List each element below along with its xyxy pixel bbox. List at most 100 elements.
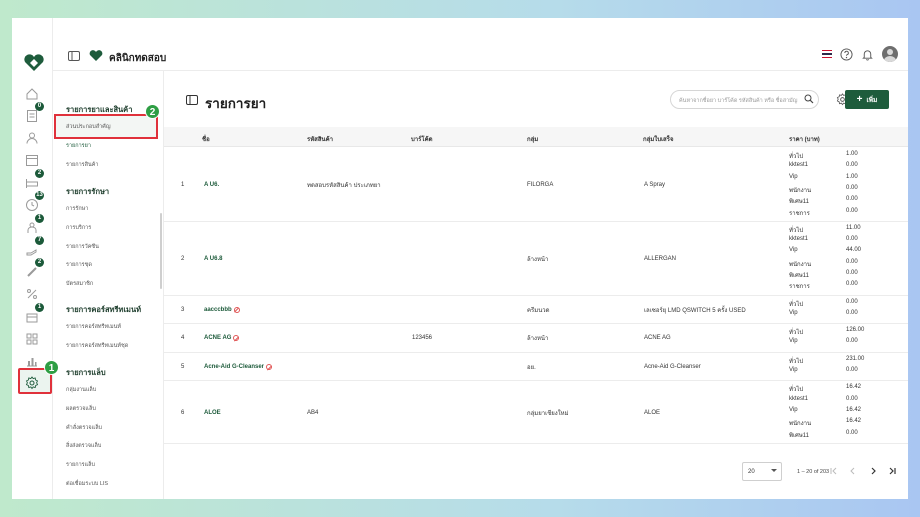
- price-tier-label: Vip: [789, 406, 798, 413]
- price-tier-label: พนักงาน: [789, 261, 812, 268]
- notification-badge: 1: [35, 214, 44, 223]
- prev-page-icon[interactable]: [848, 466, 858, 476]
- drug-name-link[interactable]: A U6.: [204, 182, 219, 188]
- step-2-marker: 2: [145, 104, 160, 119]
- price-tier-label: ทั่วไป: [789, 330, 804, 337]
- price-value: 0.00: [846, 281, 858, 288]
- next-page-icon[interactable]: [868, 466, 878, 476]
- logo-icon[interactable]: [23, 54, 45, 72]
- price-value: 0.00: [846, 309, 858, 316]
- subnav-item-vaccine[interactable]: รายการวัคซีน: [66, 243, 99, 251]
- grid-icon[interactable]: [24, 331, 40, 347]
- group: กลุ่มยาเชียงใหม่: [527, 410, 569, 417]
- table-row[interactable]: 2 A U6.8 ล้างหน้า ALLERGAN ทั่วไป 11.00 kktest…: [164, 222, 908, 296]
- add-drug-button[interactable]: + เพิ่ม: [845, 90, 889, 109]
- subnav-item-lis[interactable]: ต่อเชื่อมระบบ LIS: [66, 480, 108, 488]
- subnav-item-membership[interactable]: บัตรสมาชิก: [66, 280, 93, 288]
- subnav-item-course-bundle[interactable]: รายการคอร์สทรีทเมนท์ชุด: [66, 342, 128, 350]
- subnav-item-lab-result[interactable]: ผลตรวจแล็บ: [66, 405, 96, 413]
- box-icon[interactable]: 1: [24, 303, 44, 325]
- group: ครีมนวด: [527, 307, 550, 314]
- table-row[interactable]: 5 Acne-Aid G-Cleanser อย. Acne-Aid G-Cleans…: [164, 353, 908, 382]
- receipt-group: เลเซอร์ยุ LMD QSWITCH 5 ครั้ง USED: [644, 307, 746, 314]
- ban-icon: [233, 306, 240, 313]
- subnav-item-treatment[interactable]: การรักษา: [66, 205, 88, 213]
- main-content: รายการยา ค้นหาจากชื่อยา บาร์โค้ด รหัสสิน…: [164, 71, 908, 499]
- drug-name-link[interactable]: A U6.8: [204, 256, 222, 262]
- last-page-icon[interactable]: [887, 466, 897, 476]
- hand-icon[interactable]: 7: [24, 236, 44, 258]
- syringe-icon[interactable]: 2: [24, 258, 44, 280]
- subnav-item-lab-specimen[interactable]: สิ่งส่งตรวจแล็บ: [66, 442, 101, 450]
- sidebar-toggle-icon[interactable]: [68, 51, 80, 61]
- bar-chart-icon[interactable]: [24, 353, 40, 369]
- drug-name-link[interactable]: ACNE AG: [204, 335, 240, 342]
- drug-name: ALOE: [204, 409, 221, 416]
- thai-flag-icon[interactable]: [822, 50, 832, 58]
- first-page-icon[interactable]: [829, 466, 839, 476]
- subnav-item-service[interactable]: การบริการ: [66, 224, 91, 232]
- receipt-group: A Spray: [644, 181, 666, 188]
- chevron-down-icon: [771, 469, 777, 472]
- subnav-item-product-list[interactable]: รายการสินค้า: [66, 161, 99, 169]
- subnav-item-lab-order[interactable]: คำสั่งตรวจแล็บ: [66, 424, 102, 432]
- col-header-name[interactable]: ชื่อ: [202, 134, 210, 144]
- col-header-code[interactable]: รหัสสินค้า: [307, 134, 333, 144]
- drug-name: A U6.: [204, 181, 220, 188]
- col-header-price[interactable]: ราคา (บาท): [789, 134, 820, 144]
- add-button-label: เพิ่ม: [866, 96, 878, 104]
- price-tier-label: Vip: [789, 309, 798, 316]
- barcode: 123456: [412, 335, 433, 342]
- subnav-item-drug-list[interactable]: รายการยา: [66, 142, 91, 150]
- calendar-icon[interactable]: [24, 152, 40, 168]
- table-row[interactable]: 3 aacccbbb ครีมนวด เลเซอร์ยุ LMD QSWITCH 5 …: [164, 296, 908, 325]
- help-icon[interactable]: [840, 47, 853, 61]
- subnav-item-lab-list[interactable]: รายการแล็บ: [66, 461, 95, 469]
- row-number: 6: [181, 409, 185, 416]
- bed-icon[interactable]: 2: [24, 169, 44, 191]
- price-tier-label: ทั่วไป: [789, 358, 804, 365]
- user-avatar[interactable]: [882, 46, 898, 62]
- icon-rail: 1 0 2 13 1 7 2 1: [12, 18, 59, 499]
- subnav-item-lab-group[interactable]: กลุ่มงานแล็บ: [66, 386, 96, 394]
- drug-name-link[interactable]: aacccbbb: [204, 306, 240, 313]
- search-icon[interactable]: [804, 94, 814, 104]
- drug-name-link[interactable]: Acne-Aid G-Cleanser: [204, 364, 273, 371]
- drug-name: ACNE AG: [204, 335, 232, 342]
- col-header-group[interactable]: กลุ่ม: [527, 134, 538, 144]
- row-number: 5: [181, 364, 185, 371]
- person-icon[interactable]: 1: [24, 214, 44, 236]
- price-value: 0.00: [846, 236, 858, 243]
- table-row[interactable]: 6 ALOE AB4 กลุ่มยาเชียงใหม่ ALOE ทั่วไป 16.42 k…: [164, 381, 908, 444]
- price-value: 0.00: [846, 338, 858, 345]
- row-number: 3: [181, 306, 185, 313]
- section-title-drugs-products: รายการยาและสินค้า: [66, 105, 133, 114]
- percent-icon[interactable]: [24, 286, 40, 302]
- subnav-item-bundle[interactable]: รายการชุด: [66, 261, 92, 269]
- drug-name-link[interactable]: ALOE: [204, 410, 221, 416]
- subnav-item-ingredients[interactable]: ส่วนประกอบสำคัญ: [66, 123, 111, 131]
- col-header-receipt-group[interactable]: กลุ่มใบเสร็จ: [643, 134, 673, 144]
- price-value: 0.00: [846, 367, 858, 374]
- price-value: 0.00: [846, 258, 858, 265]
- plus-icon: +: [856, 93, 863, 105]
- search-input[interactable]: ค้นหาจากชื่อยา บาร์โค้ด รหัสสินค้า หรือ …: [670, 90, 819, 109]
- user-icon[interactable]: [24, 130, 40, 146]
- price-value: 0.00: [846, 429, 858, 436]
- clock-icon[interactable]: 13: [24, 191, 44, 213]
- document-icon[interactable]: 0: [24, 102, 44, 124]
- sub-sidebar: 2 รายการยาและสินค้า ส่วนประกอบสำคัญ รายก…: [53, 71, 164, 499]
- table-row[interactable]: 1 A U6. ทดสอบรหัสสินค้า ประเภทยา FILORGA A S…: [164, 148, 908, 222]
- subnav-scrollbar[interactable]: [160, 213, 162, 289]
- table-row[interactable]: 4 ACNE AG 123456 ล้างหน้า ACNE AG ทั่วไป 126.0…: [164, 324, 908, 353]
- price-value: 0.00: [846, 298, 858, 305]
- home-icon[interactable]: [24, 86, 40, 102]
- price-value: 16.42: [846, 384, 862, 391]
- settings-icon[interactable]: [24, 375, 40, 391]
- price-tier-label: ราชการ: [789, 284, 810, 291]
- col-header-barcode[interactable]: บาร์โค้ด: [411, 134, 433, 144]
- price-tier-label: kktest1: [789, 162, 809, 169]
- subnav-item-course[interactable]: รายการคอร์สทรีทเมนท์: [66, 323, 121, 331]
- bell-icon[interactable]: [861, 48, 874, 61]
- receipt-group: ALOE: [644, 409, 661, 416]
